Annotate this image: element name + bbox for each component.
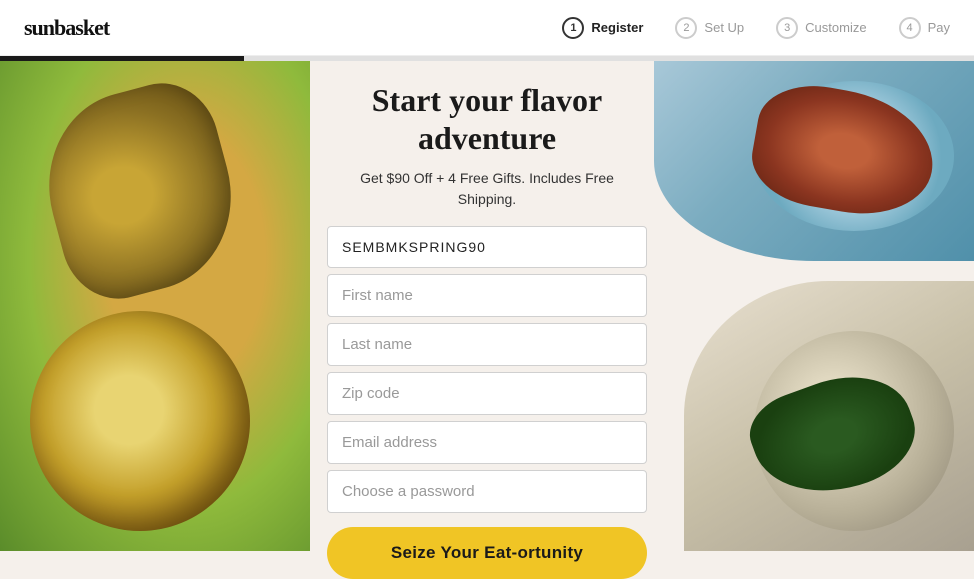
page-headline: Start your flavor adventure — [372, 81, 602, 158]
registration-steps: 1 Register 2 Set Up 3 Customize 4 Pay — [562, 17, 950, 39]
step-customize: 3 Customize — [776, 17, 866, 39]
last-name-input[interactable] — [327, 323, 647, 366]
food-left-image — [0, 61, 310, 551]
step-4-circle: 4 — [899, 17, 921, 39]
step-register: 1 Register — [562, 17, 643, 39]
cta-button[interactable]: Seize Your Eat-ortunity — [327, 527, 647, 579]
password-input[interactable] — [327, 470, 647, 513]
step-3-label: Customize — [805, 20, 866, 35]
site-logo: sunbasket — [24, 15, 109, 41]
step-2-circle: 2 — [675, 17, 697, 39]
registration-form: Seize Your Eat-ortunity — [327, 226, 647, 579]
step-pay: 4 Pay — [899, 17, 950, 39]
page-subheadline: Get $90 Off + 4 Free Gifts. Includes Fre… — [337, 168, 637, 210]
step-1-circle: 1 — [562, 17, 584, 39]
site-header: sunbasket 1 Register 2 Set Up 3 Customiz… — [0, 0, 974, 56]
step-2-label: Set Up — [704, 20, 744, 35]
food-right-top-image — [654, 61, 974, 261]
food-right-bottom-image — [684, 281, 974, 551]
promo-code-input[interactable] — [327, 226, 647, 268]
step-setup: 2 Set Up — [675, 17, 744, 39]
zip-code-input[interactable] — [327, 372, 647, 415]
progress-fill — [0, 56, 244, 61]
step-4-label: Pay — [928, 20, 950, 35]
step-3-circle: 3 — [776, 17, 798, 39]
step-1-label: Register — [591, 20, 643, 35]
main-content: Start your flavor adventure Get $90 Off … — [297, 61, 677, 579]
email-input[interactable] — [327, 421, 647, 464]
progress-bar — [0, 56, 974, 61]
first-name-input[interactable] — [327, 274, 647, 317]
